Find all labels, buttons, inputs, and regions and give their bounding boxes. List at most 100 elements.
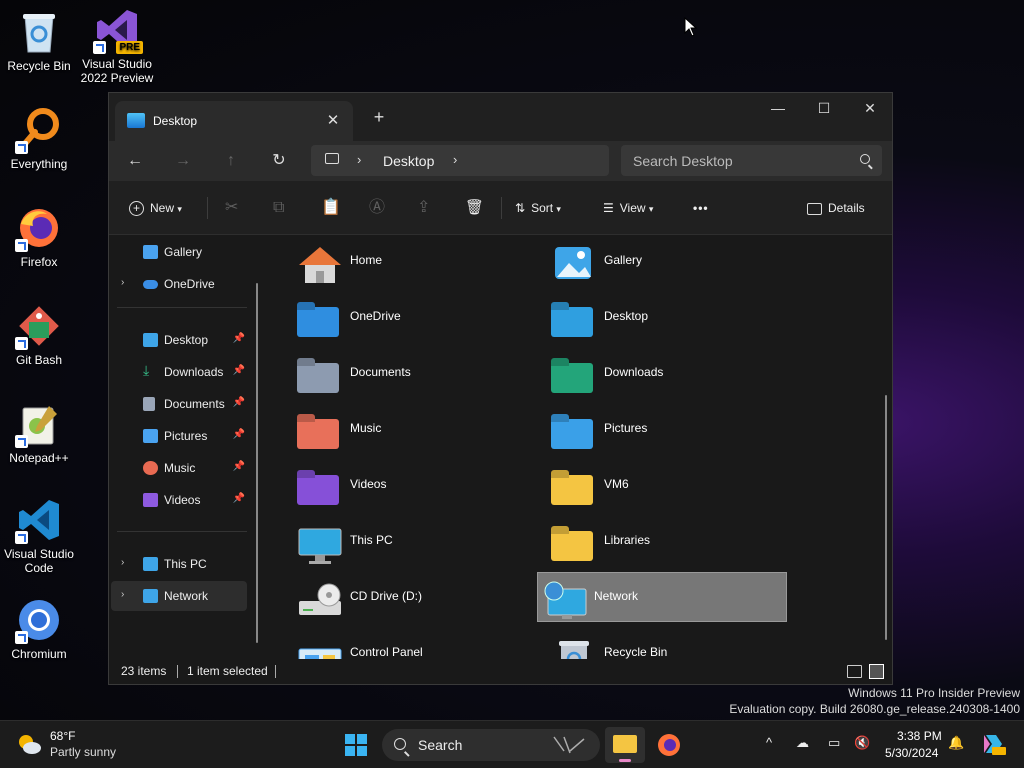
sort-button[interactable]: ⇅ Sort ▾	[515, 196, 561, 220]
desktop-icon-recycle-bin[interactable]: Recycle Bin	[2, 8, 76, 73]
view-icon: ☰	[603, 201, 614, 215]
copilot-icon[interactable]	[980, 731, 1006, 757]
breadcrumb-chevron-icon[interactable]: ›	[453, 152, 457, 167]
item-network[interactable]: Network	[537, 572, 787, 622]
cloud-offline-icon[interactable]: ☁	[796, 735, 809, 751]
details-view-icon[interactable]	[847, 665, 862, 678]
desktop-icon-visual-studio[interactable]: PRE Visual Studio 2022 Preview	[78, 6, 156, 85]
downloads-icon: ⤓	[143, 362, 150, 378]
file-list-scrollbar[interactable]	[885, 395, 887, 640]
volume-muted-icon[interactable]: 🔇	[854, 735, 870, 751]
item-videos[interactable]: Videos	[277, 461, 525, 509]
address-bar[interactable]: › Desktop ›	[311, 145, 609, 176]
item-home[interactable]: Home	[277, 237, 525, 285]
minimize-button[interactable]: —	[755, 93, 801, 123]
item-recycle-bin[interactable]: Recycle Bin	[531, 629, 779, 663]
new-button[interactable]: + New ▾	[129, 196, 182, 220]
navigation-pane: Gallery › OneDrive Desktop 📌 ⤓ Downloads…	[109, 235, 267, 665]
sidebar-scrollbar[interactable]	[256, 283, 258, 643]
sidebar-item-desktop[interactable]: Desktop 📌	[111, 325, 247, 355]
sidebar-item-label: Downloads	[164, 365, 224, 379]
item-pictures[interactable]: Pictures	[531, 405, 779, 453]
sidebar-item-network[interactable]: › Network	[111, 581, 247, 611]
item-gallery[interactable]: Gallery	[531, 237, 779, 285]
clock-date[interactable]: 5/30/2024	[885, 746, 938, 760]
tab-desktop[interactable]: Desktop ✕	[115, 101, 353, 141]
taskbar-search[interactable]: Search	[382, 729, 600, 761]
sidebar-item-gallery[interactable]: Gallery	[111, 237, 247, 267]
chevron-right-icon[interactable]: ›	[121, 557, 124, 568]
delete-icon[interactable]: 🗑	[465, 196, 484, 220]
more-options-button[interactable]: •••	[693, 196, 709, 220]
new-tab-button[interactable]: +	[367, 105, 391, 129]
item-control-panel[interactable]: Control Panel	[277, 629, 525, 663]
breadcrumb-desktop[interactable]: Desktop	[383, 153, 434, 169]
tab-close-button[interactable]: ✕	[321, 109, 345, 133]
maximize-button[interactable]: ☐	[801, 93, 847, 123]
documents-folder-icon	[297, 363, 339, 393]
item-vm6[interactable]: VM6	[531, 461, 779, 509]
item-desktop[interactable]: Desktop	[531, 293, 779, 341]
item-music[interactable]: Music	[277, 405, 525, 453]
desktop-icon-vscode[interactable]: Visual Studio Code	[2, 496, 76, 575]
item-libraries[interactable]: Libraries	[531, 517, 779, 565]
large-icons-view-icon[interactable]	[869, 664, 884, 679]
sidebar-item-this-pc[interactable]: › This PC	[111, 549, 247, 579]
shortcut-arrow-icon	[15, 337, 28, 350]
item-cd-drive[interactable]: CD Drive (D:)	[277, 573, 525, 621]
item-documents[interactable]: Documents	[277, 349, 525, 397]
sidebar-item-documents[interactable]: Documents 📌	[111, 389, 247, 419]
notification-bell-icon[interactable]: 🔔	[948, 735, 964, 751]
desktop-icon	[143, 333, 158, 347]
taskbar-file-explorer[interactable]	[605, 727, 645, 763]
show-hidden-icons-button[interactable]: ^	[766, 735, 772, 750]
sidebar-item-videos[interactable]: Videos 📌	[111, 485, 247, 515]
desktop-icon-chromium[interactable]: Chromium	[2, 596, 76, 661]
cut-icon[interactable]: ✂	[225, 196, 238, 220]
network-tray-icon[interactable]: ▭	[828, 735, 840, 751]
search-box[interactable]: Search Desktop	[621, 145, 882, 176]
item-label: Downloads	[604, 365, 664, 379]
item-onedrive[interactable]: OneDrive	[277, 293, 525, 341]
clock-time[interactable]: 3:38 PM	[897, 729, 942, 743]
taskbar-firefox[interactable]	[649, 727, 689, 763]
shortcut-arrow-icon	[15, 141, 28, 154]
close-button[interactable]: ✕	[847, 93, 893, 123]
desktop-icon-notepadpp[interactable]: Notepad++	[2, 400, 76, 465]
details-button[interactable]: Details	[807, 196, 865, 220]
chevron-right-icon[interactable]: ›	[121, 589, 124, 600]
sidebar-item-pictures[interactable]: Pictures 📌	[111, 421, 247, 451]
desktop-icon-everything[interactable]: Everything	[2, 106, 76, 171]
sidebar-item-music[interactable]: Music 📌	[111, 453, 247, 483]
paste-icon[interactable]: 📋	[321, 196, 341, 220]
rename-icon[interactable]: Ⓐ	[369, 196, 385, 220]
share-icon[interactable]: ⇪	[417, 196, 430, 220]
chevron-right-icon[interactable]: ›	[121, 277, 124, 288]
sidebar-item-label: Desktop	[164, 333, 209, 347]
desktop-icon-firefox[interactable]: Firefox	[2, 204, 76, 269]
sort-icon: ⇅	[515, 201, 526, 215]
git-bash-icon	[15, 302, 63, 350]
refresh-button[interactable]: ↻	[263, 145, 295, 177]
copy-icon[interactable]: ⧉	[273, 196, 284, 220]
sidebar-item-label: Videos	[164, 493, 201, 507]
item-downloads[interactable]: Downloads	[531, 349, 779, 397]
weather-widget[interactable]: 68°F Partly sunny	[14, 727, 124, 763]
shortcut-arrow-icon	[15, 239, 28, 252]
up-button[interactable]: ↑	[215, 145, 247, 177]
view-button[interactable]: ☰ View ▾	[603, 196, 653, 220]
notepadpp-icon	[15, 400, 63, 448]
pin-icon: 📌	[232, 365, 245, 376]
start-button[interactable]	[336, 727, 376, 763]
pin-icon: 📌	[232, 333, 245, 344]
pin-icon: 📌	[232, 461, 245, 472]
details-pane-icon	[807, 202, 822, 215]
file-explorer-window: Desktop ✕ + — ☐ ✕ ← → ↑ ↻ › Desktop › Se…	[108, 92, 893, 685]
forward-button[interactable]: →	[167, 145, 199, 177]
sidebar-item-onedrive[interactable]: › OneDrive	[111, 269, 247, 299]
desktop-icon-git-bash[interactable]: Git Bash	[2, 302, 76, 367]
sidebar-item-downloads[interactable]: ⤓ Downloads 📌	[111, 357, 247, 387]
sidebar-item-label: This PC	[164, 557, 207, 571]
back-button[interactable]: ←	[119, 145, 151, 177]
item-this-pc[interactable]: This PC	[277, 517, 525, 565]
